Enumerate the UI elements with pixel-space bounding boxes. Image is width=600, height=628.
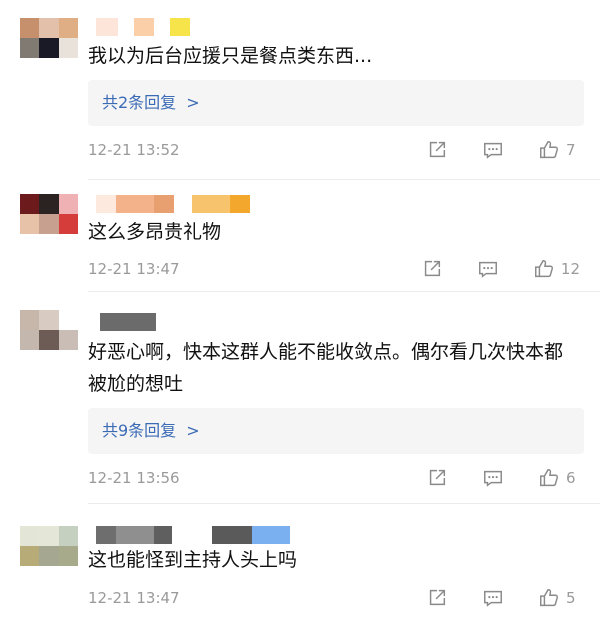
avatar-pixel xyxy=(58,526,78,546)
timestamp: 12-21 13:56 xyxy=(88,469,180,487)
avatar-pixel xyxy=(39,18,59,38)
avatar-pixel xyxy=(58,214,78,234)
avatar[interactable] xyxy=(20,194,78,234)
share-button[interactable] xyxy=(421,258,443,280)
comment-actions: 6 xyxy=(392,465,580,491)
comment-icon xyxy=(484,590,502,607)
avatar-pixel xyxy=(20,38,40,58)
comment-icon xyxy=(484,470,502,487)
timestamp: 12-21 13:52 xyxy=(88,141,180,159)
timestamp: 12-21 13:47 xyxy=(88,260,180,278)
avatar-pixel xyxy=(39,38,59,58)
timestamp: 12-21 13:47 xyxy=(88,589,180,607)
username-blurred[interactable] xyxy=(96,313,156,331)
share-icon xyxy=(429,469,446,486)
comment-icon xyxy=(478,261,497,278)
comment-button[interactable] xyxy=(482,139,504,161)
avatar-pixel xyxy=(58,546,78,566)
comment-meta: 12-21 13:52 7 xyxy=(88,137,580,163)
comment-item: 好恶心啊，快本这群人能不能收敛点。偶尔看几次快本都被尬的想吐 共9条回复 > 12… xyxy=(0,292,600,504)
avatar-pixel xyxy=(58,194,78,214)
share-icon xyxy=(429,141,446,158)
avatar[interactable] xyxy=(20,526,78,566)
share-button[interactable] xyxy=(426,139,448,161)
comment-button[interactable] xyxy=(477,258,499,280)
like-count: 12 xyxy=(560,260,580,278)
thumbs-up-icon xyxy=(540,589,559,607)
replies-label: 共2条回复 xyxy=(102,93,177,112)
avatar-pixel xyxy=(39,214,59,234)
chevron-right-icon: > xyxy=(186,421,200,440)
replies-label: 共9条回复 xyxy=(102,421,177,440)
comment-text: 好恶心啊，快本这群人能不能收敛点。偶尔看几次快本都被尬的想吐 xyxy=(88,341,564,395)
thumbs-up-icon xyxy=(540,469,559,487)
comment-item: 我以为后台应援只是餐点类东西... 共2条回复 > 12-21 13:52 7 xyxy=(0,0,600,180)
comment-actions: 12 xyxy=(387,256,580,282)
comment-text: 这也能怪到主持人头上吗 xyxy=(88,549,298,571)
like-button[interactable]: 12 xyxy=(533,256,580,282)
avatar-pixel xyxy=(39,526,59,546)
avatar-pixel xyxy=(20,18,40,38)
avatar-pixel xyxy=(20,546,40,566)
avatar-pixel xyxy=(20,526,40,546)
comment-meta: 12-21 13:56 6 xyxy=(88,465,580,491)
avatar-pixel xyxy=(20,310,40,330)
avatar[interactable] xyxy=(20,310,78,350)
avatar-pixel xyxy=(20,214,40,234)
share-icon xyxy=(429,589,446,606)
thumbs-up-icon xyxy=(540,141,559,159)
avatar-pixel xyxy=(39,194,59,214)
comment-meta: 12-21 13:47 5 xyxy=(88,585,580,611)
avatar-pixel xyxy=(20,330,40,350)
like-count: 5 xyxy=(566,589,576,607)
replies-link[interactable]: 共2条回复 > xyxy=(88,80,584,126)
like-count: 7 xyxy=(566,141,576,159)
username-blurred[interactable] xyxy=(96,526,290,544)
comment-actions: 5 xyxy=(392,585,580,611)
like-button[interactable]: 5 xyxy=(538,585,580,611)
avatar-pixel xyxy=(39,546,59,566)
thumbs-up-icon xyxy=(534,260,553,278)
username-blurred[interactable] xyxy=(96,18,190,36)
comment-icon xyxy=(484,142,502,159)
share-icon xyxy=(424,260,440,277)
replies-link[interactable]: 共9条回复 > xyxy=(88,408,584,454)
avatar-pixel xyxy=(58,18,78,38)
comment-item: 这么多昂贵礼物 12-21 13:47 12 xyxy=(0,180,600,292)
share-button[interactable] xyxy=(426,467,448,489)
comment-meta: 12-21 13:47 12 xyxy=(88,256,580,282)
avatar-pixel xyxy=(58,310,78,330)
like-button[interactable]: 7 xyxy=(538,137,580,163)
avatar-pixel xyxy=(39,330,59,350)
comment-text: 我以为后台应援只是餐点类东西... xyxy=(88,45,373,67)
comment-button[interactable] xyxy=(482,587,504,609)
chevron-right-icon: > xyxy=(186,93,200,112)
comment-text: 这么多昂贵礼物 xyxy=(88,221,222,243)
like-button[interactable]: 6 xyxy=(538,465,580,491)
comment-actions: 7 xyxy=(392,137,580,163)
comment-item: 这也能怪到主持人头上吗 12-21 13:47 5 xyxy=(0,504,600,628)
avatar-pixel xyxy=(58,330,78,350)
avatar-pixel xyxy=(20,194,40,214)
share-button[interactable] xyxy=(426,587,448,609)
avatar-pixel xyxy=(39,310,59,330)
avatar-pixel xyxy=(58,38,78,58)
avatar[interactable] xyxy=(20,18,78,58)
username-blurred[interactable] xyxy=(96,195,250,213)
like-count: 6 xyxy=(566,469,576,487)
comment-button[interactable] xyxy=(482,467,504,489)
